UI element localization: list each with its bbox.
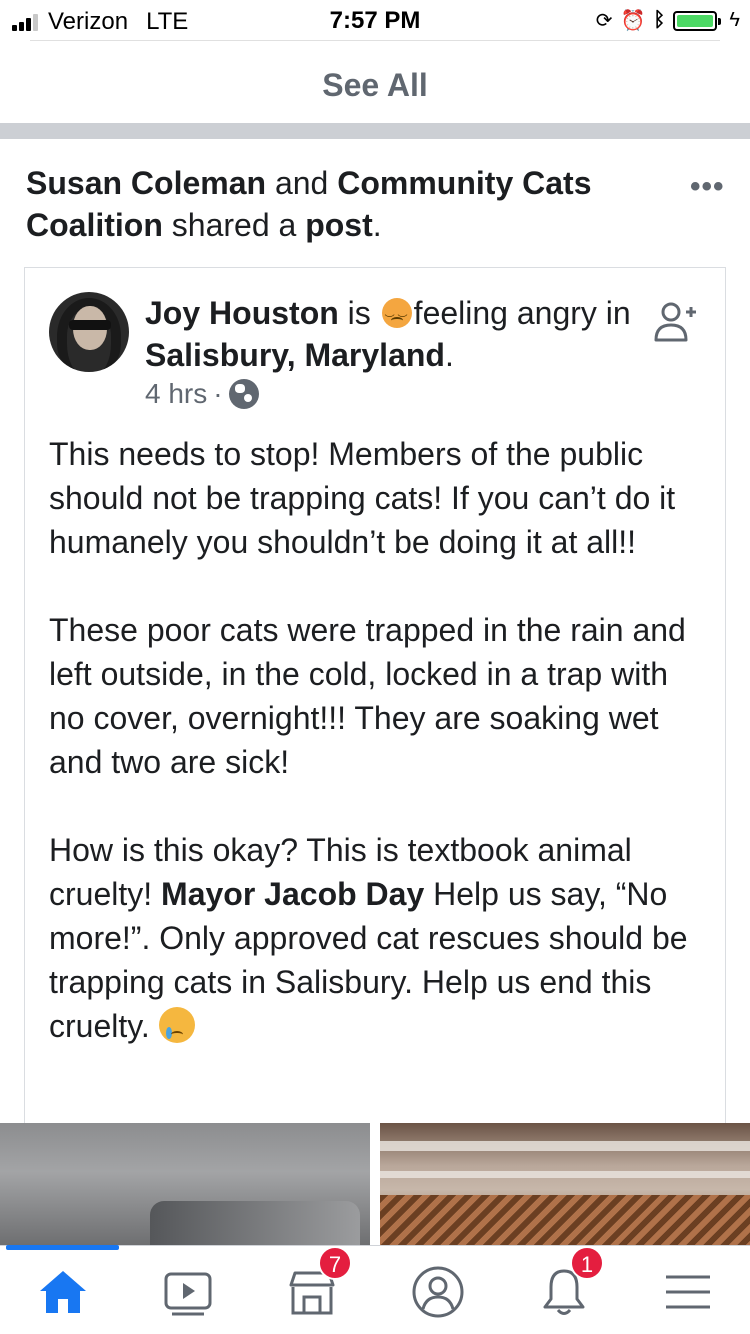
- post-timestamp[interactable]: 4 hrs: [145, 378, 207, 410]
- home-icon: [40, 1271, 86, 1313]
- tab-notifications[interactable]: 1: [532, 1246, 604, 1324]
- see-all-link[interactable]: See All: [0, 55, 750, 115]
- battery-icon: [673, 10, 722, 31]
- post-photo-1[interactable]: [0, 1123, 370, 1245]
- shared-post-card: Joy Houston is feeling angry in Salisbur…: [24, 267, 726, 1147]
- alarm-icon: ⏰: [620, 10, 646, 32]
- post-paragraph-1: This needs to stop! Members of the publi…: [49, 436, 676, 560]
- share-period: .: [372, 207, 382, 243]
- divider: [30, 40, 720, 41]
- tab-profile[interactable]: [406, 1260, 470, 1324]
- post-body: This needs to stop! Members of the publi…: [49, 432, 709, 1048]
- post-paragraph-2: These poor cats were trapped in the rain…: [49, 612, 686, 780]
- menu-icon: [666, 1275, 710, 1309]
- globe-icon: [228, 379, 259, 409]
- rotation-lock-icon: ⟳: [595, 10, 613, 32]
- post-meta: 4 hrs ·: [145, 378, 259, 410]
- tab-menu[interactable]: [656, 1260, 720, 1324]
- location-suffix: .: [444, 337, 454, 373]
- location-link[interactable]: Salisbury, Maryland: [145, 337, 445, 373]
- status-right: ⟳ ⏰ ᛒ ϟ: [596, 8, 740, 33]
- is-text: is: [347, 295, 371, 331]
- watch-video-icon: [164, 1272, 212, 1316]
- share-verb: shared a: [171, 207, 297, 243]
- meta-separator: ·: [213, 378, 223, 409]
- marketplace-badge: 7: [318, 1246, 352, 1280]
- tab-watch[interactable]: [156, 1260, 220, 1324]
- add-friend-icon[interactable]: [653, 300, 699, 346]
- avatar[interactable]: [49, 292, 129, 372]
- notifications-badge: 1: [570, 1246, 604, 1280]
- post-paragraph-3: How is this okay? This is textbook anima…: [49, 828, 709, 1048]
- angry-face-icon: [381, 298, 412, 342]
- post-photo-2[interactable]: [380, 1123, 750, 1245]
- bluetooth-icon: ᛒ: [653, 9, 666, 31]
- feeling-text: feeling angry: [413, 295, 597, 331]
- post-link[interactable]: post: [305, 207, 373, 243]
- feed-separator: [0, 123, 750, 139]
- active-tab-indicator: [6, 1245, 119, 1250]
- profile-icon: [412, 1266, 464, 1318]
- crying-face-icon: [158, 1007, 195, 1043]
- tab-home[interactable]: [31, 1260, 95, 1324]
- share-header: Susan Coleman and Community Cats Coaliti…: [26, 162, 656, 246]
- status-bar: Verizon LTE 7:57 PM ⟳ ⏰ ᛒ ϟ: [0, 0, 750, 40]
- mention-link[interactable]: Mayor Jacob Day: [161, 876, 424, 912]
- author-name[interactable]: Joy Houston: [145, 295, 339, 331]
- share-conj: and: [274, 165, 329, 201]
- more-options-icon[interactable]: •••: [690, 170, 725, 204]
- charging-icon: ϟ: [729, 9, 740, 31]
- post-author-line: Joy Houston is feeling angry in Salisbur…: [145, 292, 635, 376]
- tab-marketplace[interactable]: 7: [280, 1246, 352, 1324]
- bottom-tab-bar: 7 1: [0, 1245, 750, 1334]
- location-prefix: in: [605, 295, 631, 331]
- actor-link-1[interactable]: Susan Coleman: [26, 165, 266, 201]
